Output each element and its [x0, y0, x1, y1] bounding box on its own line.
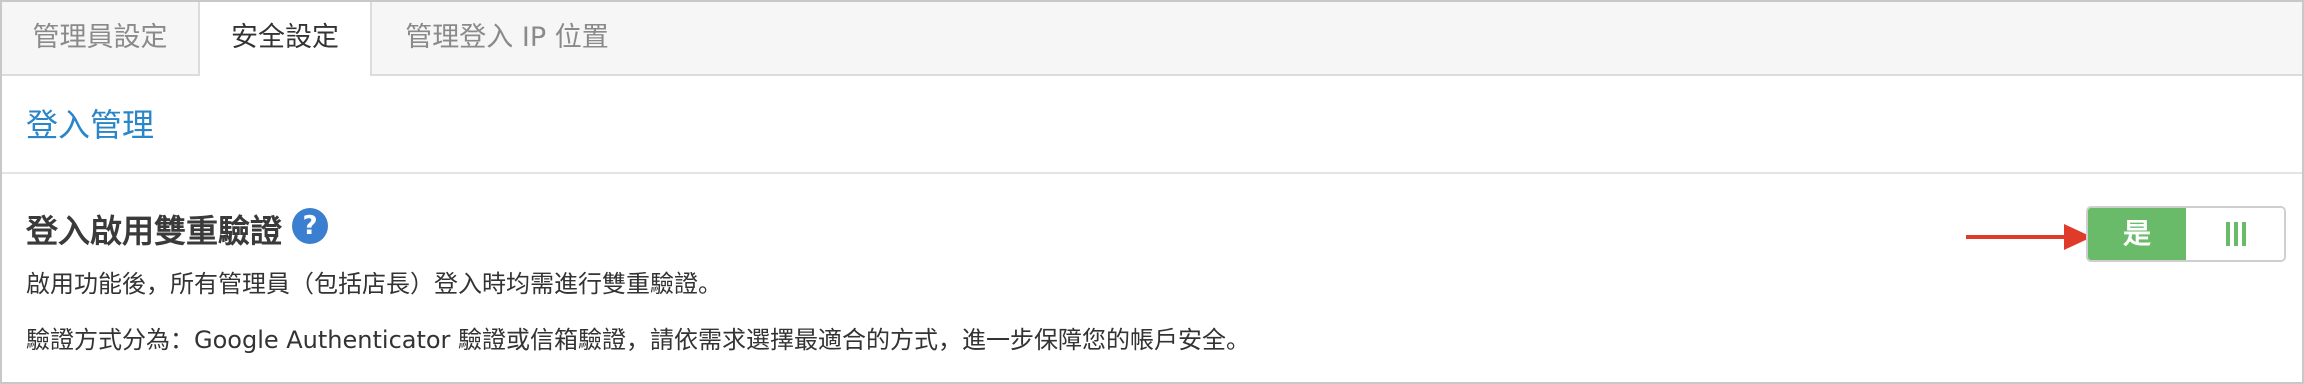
grip-lines-icon — [2242, 222, 2246, 246]
toggle-on-label: 是 — [2088, 208, 2186, 260]
grip-lines-icon — [2234, 222, 2238, 246]
tab-admin-login-ip[interactable]: 管理登入 IP 位置 — [372, 2, 642, 74]
setting-description-line2: 驗證方式分為：Google Authenticator 驗證或信箱驗證，請依需求… — [26, 326, 1251, 354]
arrow-right-icon — [1966, 224, 2092, 250]
grip-lines-icon — [2226, 222, 2230, 246]
settings-panel: 管理員設定 安全設定 管理登入 IP 位置 登入管理 登入啟用雙重驗證 ? 啟用… — [0, 0, 2304, 384]
two-factor-toggle[interactable]: 是 — [2086, 206, 2286, 262]
question-circle-icon[interactable]: ? — [292, 208, 328, 244]
setting-description-line1: 啟用功能後，所有管理員（包括店長）登入時均需進行雙重驗證。 — [26, 270, 722, 298]
tab-bar: 管理員設定 安全設定 管理登入 IP 位置 — [2, 2, 2302, 76]
section-title-login-management: 登入管理 — [26, 106, 155, 144]
setting-title-two-factor: 登入啟用雙重驗證 — [26, 212, 283, 250]
toggle-handle[interactable] — [2186, 208, 2284, 260]
tab-security-settings[interactable]: 安全設定 — [198, 2, 372, 76]
section-divider — [2, 172, 2302, 174]
tab-admin-settings[interactable]: 管理員設定 — [2, 2, 198, 74]
